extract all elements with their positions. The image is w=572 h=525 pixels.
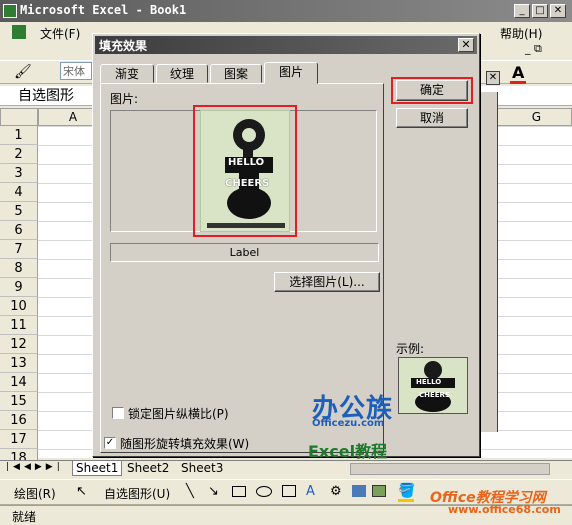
excel-app-icon <box>3 4 17 18</box>
lock-aspect-checkbox[interactable] <box>112 407 124 419</box>
row-header[interactable]: 4 <box>0 183 38 202</box>
autoshapes-button[interactable]: 自选图形(U) <box>104 485 170 502</box>
row-header[interactable]: 11 <box>0 316 38 335</box>
insert-picture-icon[interactable] <box>372 485 386 497</box>
sheet-nav-arrows[interactable]: |◀◀▶▶| <box>6 462 64 472</box>
fill-color-icon[interactable]: 🪣 <box>398 483 415 499</box>
tab-texture[interactable]: 纹理 <box>156 64 208 83</box>
sample-label: 示例: <box>396 342 425 356</box>
clipart-icon[interactable] <box>352 485 366 497</box>
picture-highlight-box <box>193 105 297 237</box>
toolbar-close-icon[interactable]: ✕ <box>486 71 500 85</box>
row-header[interactable]: 1 <box>0 126 38 145</box>
draw-menu-button[interactable]: 绘图(R) <box>14 485 56 502</box>
sheet-tab-3[interactable]: Sheet3 <box>178 461 226 476</box>
font-color-icon[interactable]: A <box>512 63 524 82</box>
row-header[interactable]: 14 <box>0 373 38 392</box>
excel-tutorial-watermark: Excel教程 <box>308 442 388 461</box>
window-title: Microsoft Excel - Book1 <box>20 3 187 17</box>
rectangle-icon[interactable] <box>232 486 246 497</box>
brand-url-watermark: Officezu.com <box>312 418 385 429</box>
close-window-button[interactable]: ✕ <box>550 4 566 18</box>
tab-picture[interactable]: 图片 <box>264 62 318 84</box>
row-header[interactable]: 2 <box>0 145 38 164</box>
dialog-title-bar <box>95 36 477 54</box>
oval-icon[interactable] <box>256 486 272 497</box>
row-header[interactable]: 17 <box>0 430 38 449</box>
horizontal-scrollbar[interactable] <box>350 463 550 475</box>
row-header[interactable]: 9 <box>0 278 38 297</box>
picture-name-label: Label <box>110 243 379 262</box>
font-color-swatch <box>510 81 526 84</box>
row-header[interactable]: 16 <box>0 411 38 430</box>
sample-preview: HELLO CHEERS <box>398 357 468 414</box>
sheet-tab-1[interactable]: Sheet1 <box>72 461 123 476</box>
tab-pattern[interactable]: 图案 <box>210 64 262 83</box>
background-dialog-edge <box>480 92 498 432</box>
arrow-icon[interactable]: ↘ <box>208 484 219 499</box>
picture-label: 图片: <box>110 92 139 106</box>
lock-aspect-label: 锁定图片纵横比(P) <box>128 407 229 421</box>
row-header[interactable]: 12 <box>0 335 38 354</box>
menu-help[interactable]: 帮助(H) <box>500 25 542 42</box>
row-header[interactable]: 7 <box>0 240 38 259</box>
row-header[interactable]: 8 <box>0 259 38 278</box>
ok-highlight-box <box>391 77 473 104</box>
row-header[interactable]: 6 <box>0 221 38 240</box>
row-header[interactable]: 3 <box>0 164 38 183</box>
menu-file[interactable]: 文件(F) <box>40 25 80 42</box>
row-header[interactable]: 10 <box>0 297 38 316</box>
diagram-icon[interactable]: ⚙ <box>330 484 342 499</box>
rotate-with-shape-checkbox[interactable]: ✓ <box>104 437 116 449</box>
row-header[interactable]: 15 <box>0 392 38 411</box>
fill-color-swatch <box>398 499 414 502</box>
format-painter-icon[interactable]: 🖌 <box>14 64 32 80</box>
select-objects-icon[interactable]: ↖ <box>76 484 87 499</box>
line-icon[interactable]: ╲ <box>186 484 194 499</box>
rotate-with-shape-label: 随图形旋转填充效果(W) <box>120 437 250 451</box>
wordart-icon[interactable]: A <box>306 484 315 499</box>
maximize-button[interactable]: □ <box>532 4 548 18</box>
sample-artwork <box>411 361 455 412</box>
sample-cheers-text: CHEERS <box>419 391 450 399</box>
row-header[interactable]: 5 <box>0 202 38 221</box>
tab-gradient[interactable]: 渐变 <box>100 64 154 83</box>
dialog-title: 填充效果 <box>99 39 148 53</box>
doc-window-controls[interactable]: _ ⧉ <box>525 42 542 56</box>
minimize-button[interactable]: _ <box>514 4 530 18</box>
cancel-button[interactable]: 取消 <box>396 108 468 128</box>
dialog-close-button[interactable]: ✕ <box>458 38 474 52</box>
name-box[interactable]: 自选图形 <box>0 86 96 106</box>
workbook-icon <box>12 25 26 39</box>
textbox-icon[interactable] <box>282 485 296 497</box>
font-name-box[interactable]: 宋体 <box>60 62 92 80</box>
sample-hello-text: HELLO <box>416 378 442 386</box>
select-picture-button[interactable]: 选择图片(L)... <box>274 272 380 292</box>
site-url-watermark: www.office68.com <box>448 503 561 516</box>
status-text: 就绪 <box>12 510 37 524</box>
select-all-corner[interactable] <box>0 108 38 126</box>
row-header[interactable]: 13 <box>0 354 38 373</box>
sheet-tab-2[interactable]: Sheet2 <box>124 461 172 476</box>
